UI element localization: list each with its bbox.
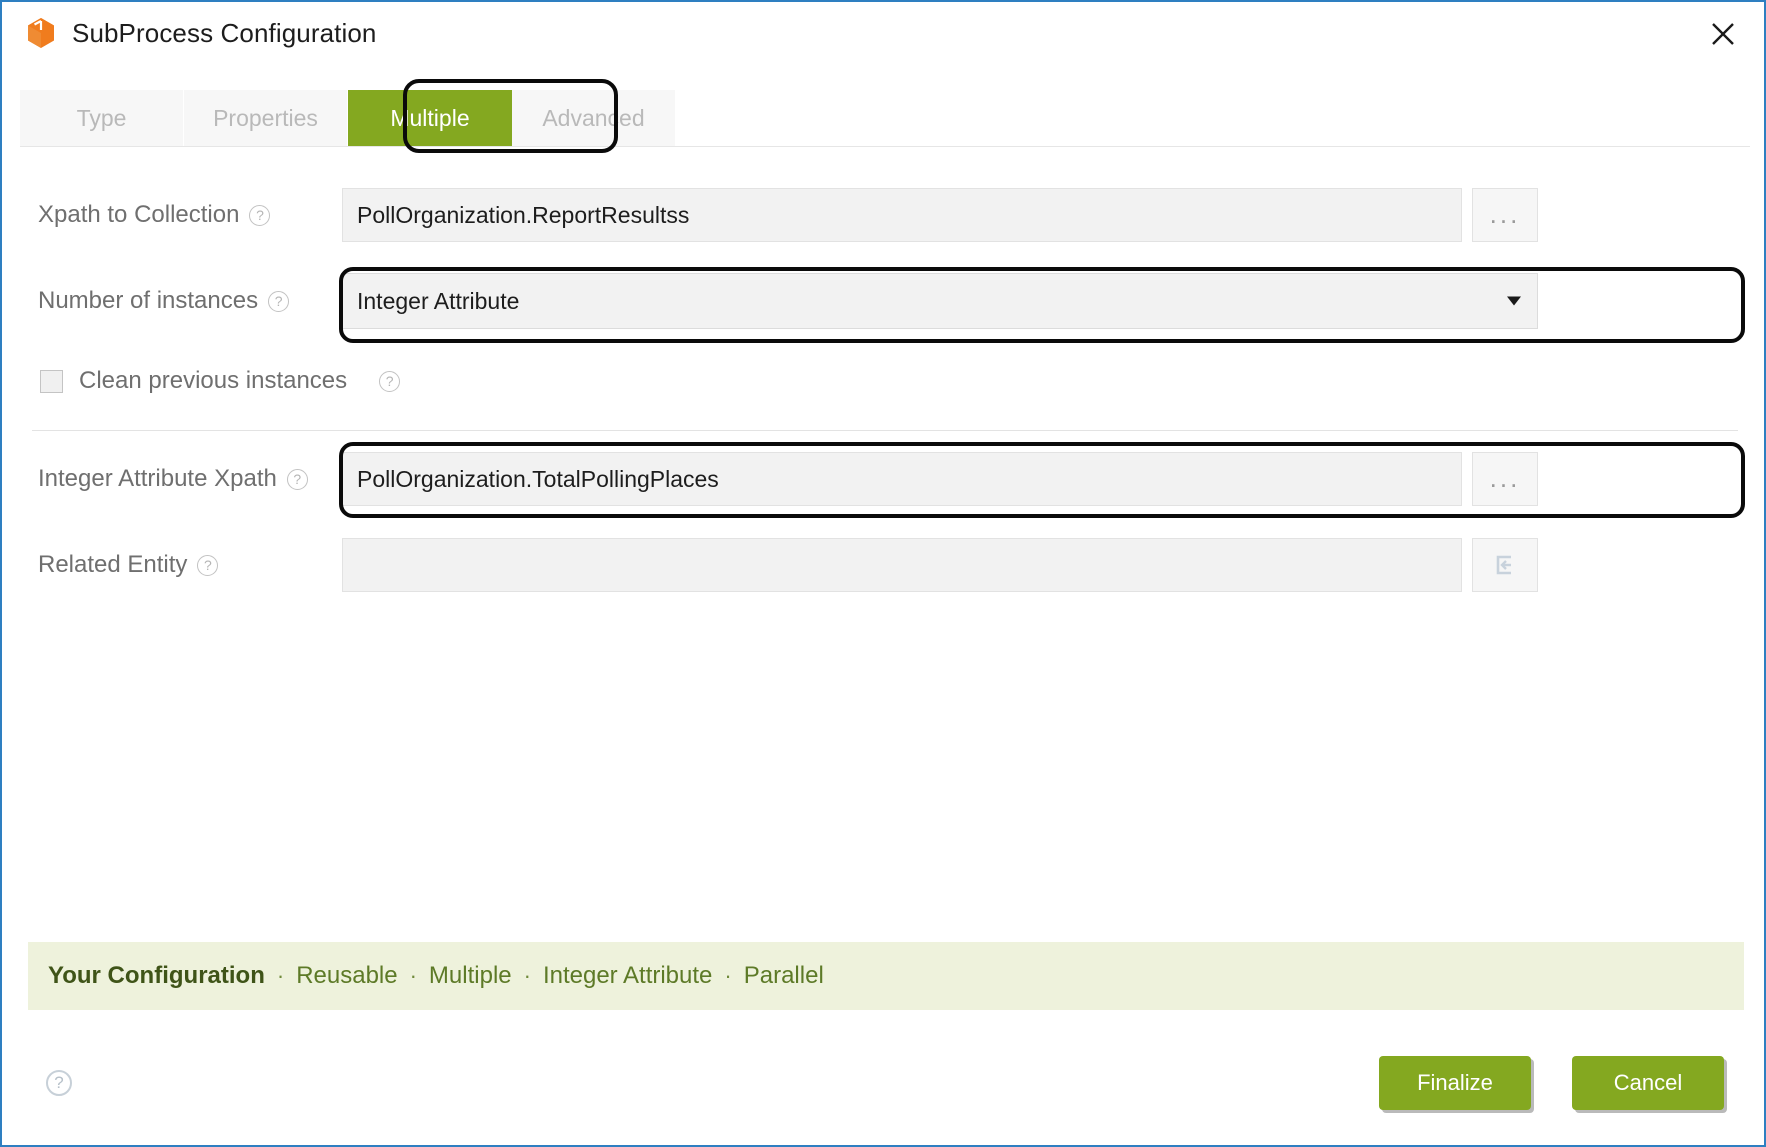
- label-number-of-instances: Number of instances ?: [2, 287, 342, 315]
- form-area: Xpath to Collection ? PollOrganization.R…: [2, 172, 1764, 608]
- help-icon-xpath-to-collection[interactable]: ?: [249, 204, 271, 226]
- tab-properties[interactable]: Properties: [184, 90, 348, 146]
- ellipsis-icon: ...: [1489, 199, 1521, 230]
- window-title: SubProcess Configuration: [72, 17, 377, 48]
- label-xpath-to-collection-text: Xpath to Collection: [38, 201, 240, 228]
- clean-previous-instances-checkbox[interactable]: [40, 369, 63, 393]
- number-of-instances-select[interactable]: Integer Attribute: [342, 273, 1538, 329]
- summary-item-parallel: Parallel: [743, 962, 824, 989]
- tab-multiple-label: Multiple: [390, 104, 470, 131]
- help-icon-footer[interactable]: ?: [46, 1070, 72, 1096]
- integer-attribute-xpath-browse-button[interactable]: ...: [1472, 452, 1538, 506]
- cancel-button[interactable]: Cancel: [1572, 1056, 1724, 1110]
- field-related-entity: [342, 538, 1764, 592]
- subprocess-configuration-dialog: SubProcess Configuration Type Properties…: [0, 0, 1766, 1147]
- ellipsis-icon: ...: [1489, 463, 1521, 494]
- title-bar: SubProcess Configuration: [2, 2, 1764, 64]
- tab-type[interactable]: Type: [20, 90, 184, 146]
- summary-separator: ·: [724, 963, 732, 988]
- field-number-of-instances: Integer Attribute: [342, 273, 1764, 329]
- row-number-of-instances: Number of instances ? Integer Attribute: [2, 258, 1764, 344]
- label-xpath-to-collection: Xpath to Collection ?: [2, 201, 342, 229]
- xpath-to-collection-browse-button[interactable]: ...: [1472, 188, 1538, 242]
- related-entity-select-button[interactable]: [1472, 538, 1538, 592]
- clean-previous-instances-label: Clean previous instances: [79, 367, 348, 394]
- tab-underline: [20, 146, 1750, 147]
- summary-separator: ·: [523, 963, 531, 988]
- select-entity-icon: [1496, 555, 1511, 575]
- help-icon-integer-attribute-xpath[interactable]: ?: [286, 468, 308, 490]
- integer-attribute-xpath-input[interactable]: PollOrganization.TotalPollingPlaces: [342, 452, 1462, 506]
- help-icon-clean-previous-instances[interactable]: ?: [379, 370, 401, 392]
- section-divider: [32, 430, 1738, 431]
- label-number-of-instances-text: Number of instances: [38, 287, 259, 314]
- row-xpath-to-collection: Xpath to Collection ? PollOrganization.R…: [2, 172, 1764, 258]
- tab-advanced-label: Advanced: [542, 104, 645, 131]
- hexagon-box-icon: [28, 18, 54, 48]
- help-icon-number-of-instances[interactable]: ?: [268, 290, 290, 312]
- summary-item-integer-attribute: Integer Attribute: [542, 962, 713, 989]
- footer-bar: ? Finalize Cancel: [2, 1010, 1764, 1145]
- label-integer-attribute-xpath: Integer Attribute Xpath ?: [2, 465, 342, 493]
- related-entity-input[interactable]: [342, 538, 1462, 592]
- xpath-to-collection-input[interactable]: PollOrganization.ReportResultss: [342, 188, 1462, 242]
- tab-multiple[interactable]: Multiple: [348, 90, 512, 146]
- tab-advanced[interactable]: Advanced: [512, 90, 676, 146]
- label-related-entity-text: Related Entity: [38, 551, 188, 578]
- summary-item-reusable: Reusable: [296, 962, 398, 989]
- number-of-instances-value: Integer Attribute: [357, 287, 520, 314]
- configuration-summary-bar: Your Configuration · Reusable · Multiple…: [28, 942, 1744, 1010]
- row-related-entity: Related Entity ?: [2, 522, 1764, 608]
- summary-item-multiple: Multiple: [428, 962, 512, 989]
- help-icon-related-entity[interactable]: ?: [197, 554, 219, 576]
- tab-properties-label: Properties: [213, 104, 318, 131]
- label-related-entity: Related Entity ?: [2, 551, 342, 579]
- row-clean-previous-instances: Clean previous instances ?: [2, 344, 1764, 418]
- tab-type-label: Type: [76, 104, 127, 131]
- field-xpath-to-collection: PollOrganization.ReportResultss ...: [342, 188, 1764, 242]
- summary-separator: ·: [409, 963, 417, 988]
- row-integer-attribute-xpath: Integer Attribute Xpath ? PollOrganizati…: [2, 436, 1764, 522]
- tab-bar: Type Properties Multiple Advanced: [20, 90, 1750, 146]
- close-icon[interactable]: [1700, 12, 1746, 56]
- summary-title: Your Configuration: [48, 962, 265, 989]
- chevron-down-icon: [1507, 296, 1521, 306]
- finalize-button[interactable]: Finalize: [1379, 1056, 1531, 1110]
- label-integer-attribute-xpath-text: Integer Attribute Xpath: [38, 465, 277, 492]
- field-integer-attribute-xpath: PollOrganization.TotalPollingPlaces ...: [342, 452, 1764, 506]
- summary-separator: ·: [276, 963, 285, 988]
